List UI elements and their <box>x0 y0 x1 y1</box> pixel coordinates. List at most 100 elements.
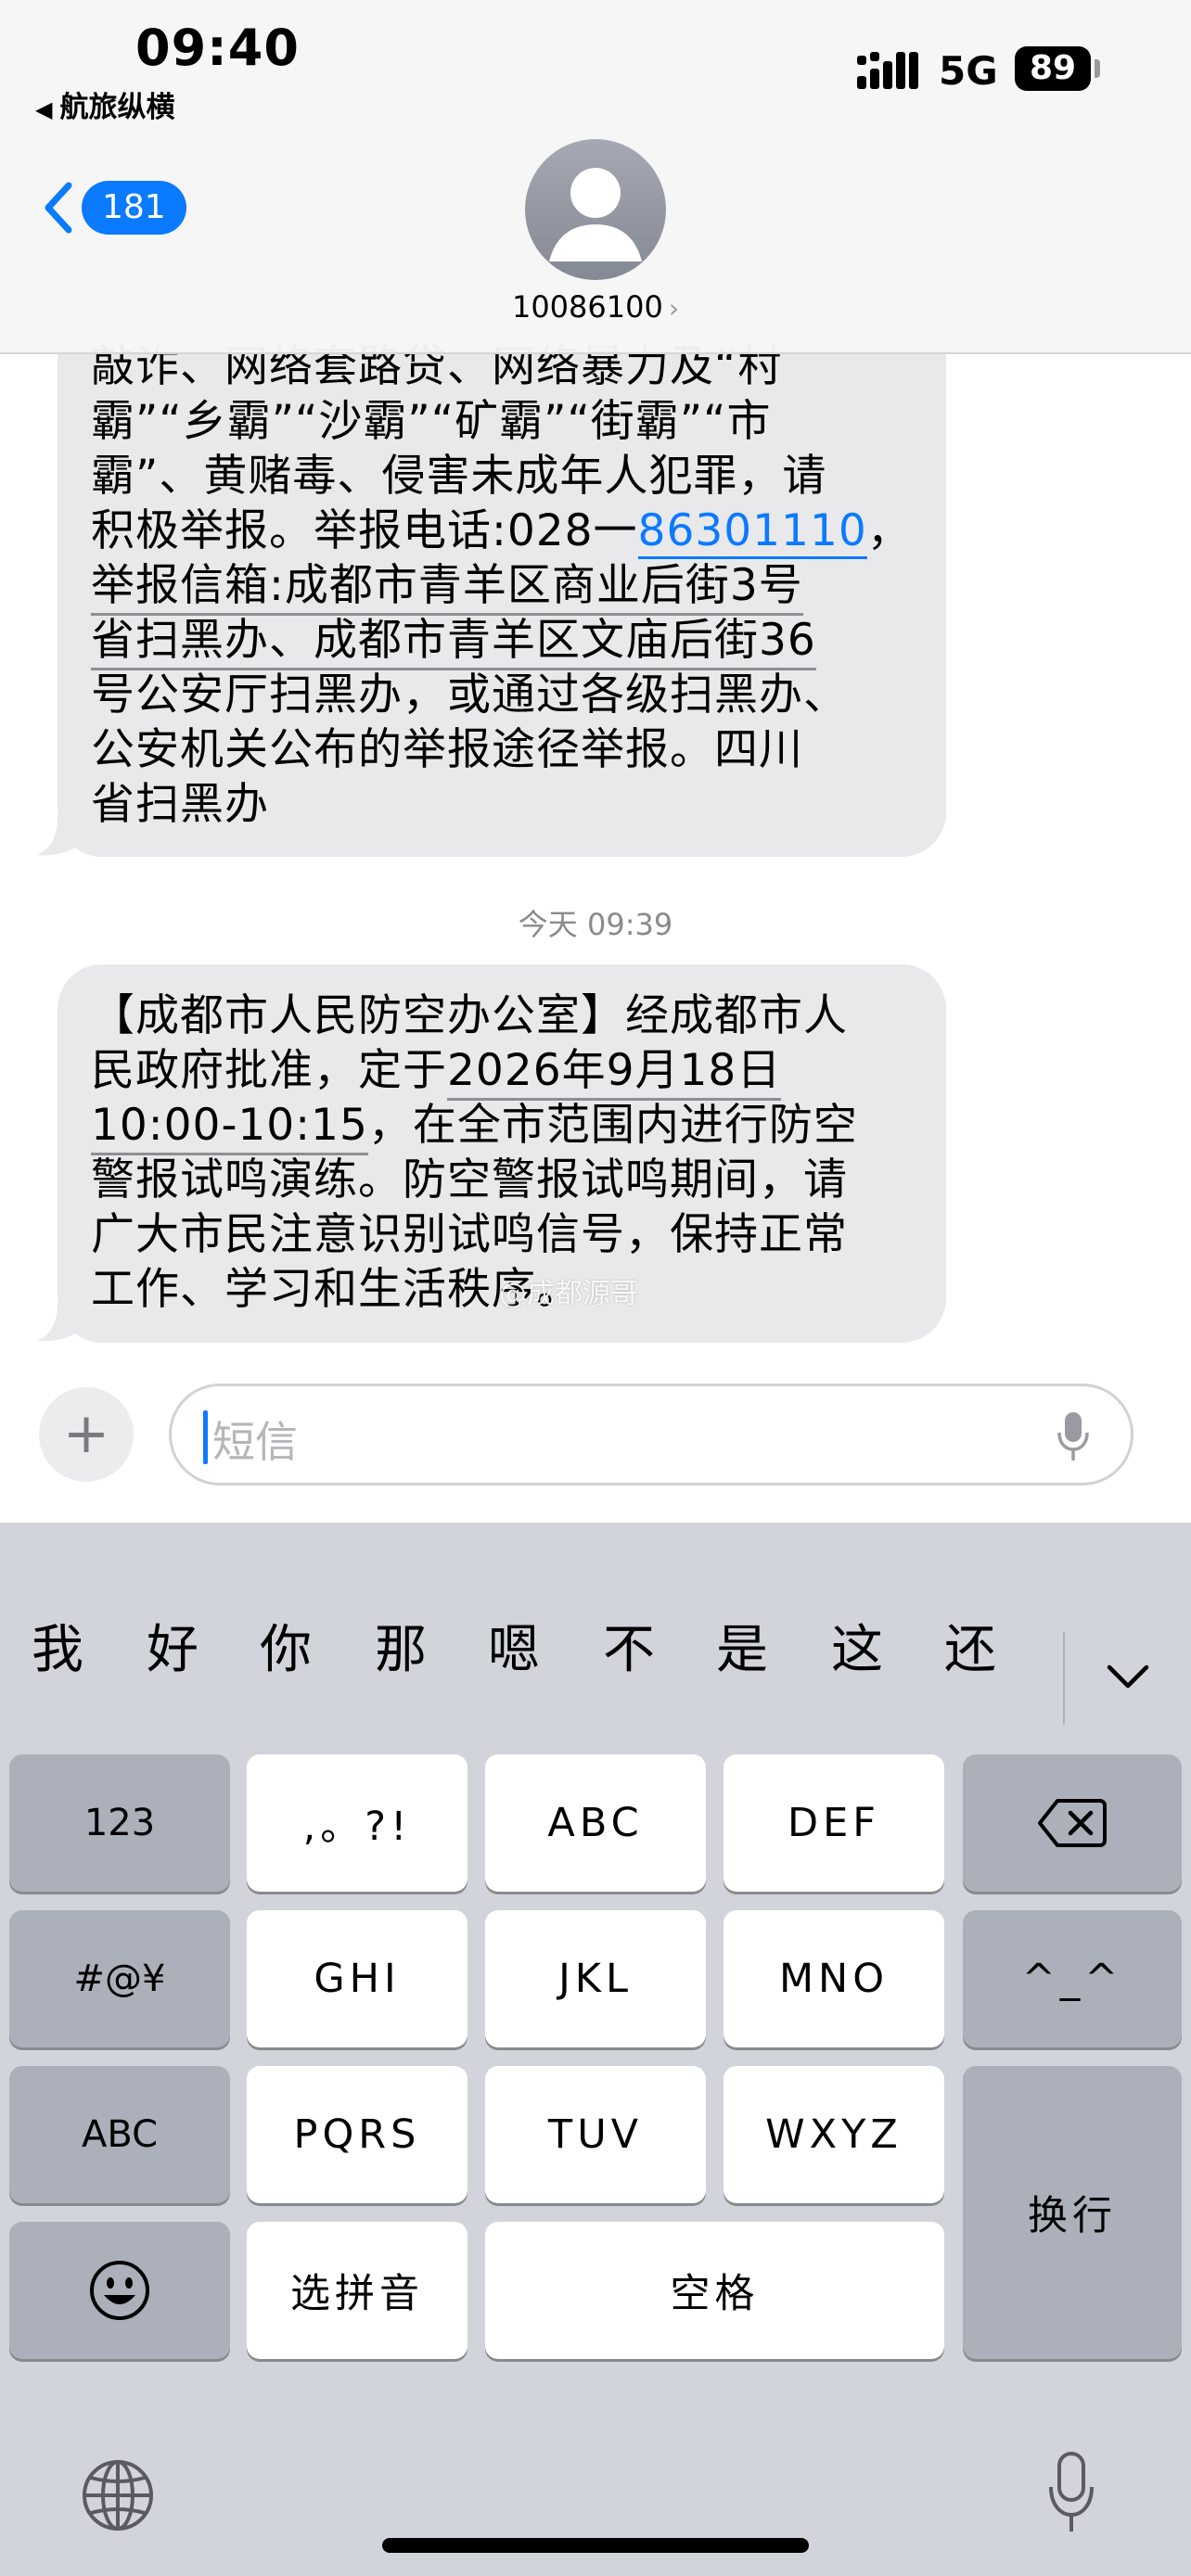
candidate-word[interactable]: 还 <box>944 1608 996 1683</box>
candidate-divider <box>1063 1632 1065 1725</box>
candidate-word[interactable]: 不 <box>603 1608 655 1683</box>
key-abc-mode[interactable]: ABC <box>9 2066 230 2203</box>
message-line: 霸”、黄赌毒、侵害未成年人犯罪，请 <box>91 451 827 502</box>
bubble-tail <box>37 816 93 856</box>
candidate-bar: 我 好 你 那 嗯 不 是 这 还 <box>0 1608 1191 1701</box>
key-abc[interactable]: ABC <box>485 1754 706 1892</box>
key-label: 空格 <box>670 2271 760 2317</box>
message-line: 霸”“乡霸”“沙霸”“矿霸”“街霸”“市 <box>91 396 772 447</box>
delete-key[interactable] <box>963 1754 1182 1892</box>
key-select-pinyin[interactable]: 选拼音 <box>247 2222 467 2359</box>
candidate-word[interactable]: 好 <box>147 1608 198 1683</box>
key-wxyz[interactable]: WXYZ <box>724 2066 944 2203</box>
back-app-label: 航旅纵横 <box>59 91 175 124</box>
key-symbols[interactable]: #@¥ <box>9 1910 230 2047</box>
key-jkl[interactable]: JKL <box>485 1910 706 2047</box>
key-123[interactable]: 123 <box>9 1754 230 1892</box>
key-label: TUV <box>547 2111 644 2158</box>
address-link[interactable]: 举报信箱:成都市青羊区商业后街3号 <box>91 560 803 616</box>
message-line: 广大市民注意识别试鸣信号，保持正常 <box>91 1209 848 1260</box>
chevron-right-icon: › <box>668 293 680 324</box>
key-label: ^_^ <box>1021 1956 1123 2002</box>
globe-icon[interactable] <box>80 2457 156 2533</box>
message-line: 省扫黑办 <box>91 779 269 830</box>
message-input-bar: + 短信 <box>0 1363 1191 1523</box>
key-label: DEF <box>787 1800 880 1846</box>
candidate-word[interactable]: 是 <box>716 1608 768 1683</box>
battery-tip <box>1095 59 1100 78</box>
input-placeholder: 短信 <box>212 1417 298 1467</box>
contact-name-button[interactable]: 10086100 › <box>0 289 1191 325</box>
keyboard: 我 好 你 那 嗯 不 是 这 还 123 ,。?! ABC DEF #@¥ G… <box>0 1523 1191 2576</box>
microphone-icon[interactable] <box>1046 2450 1096 2535</box>
key-pqrs[interactable]: PQRS <box>247 2066 467 2203</box>
add-attachment-button[interactable]: + <box>39 1387 134 1482</box>
delete-icon <box>1038 1799 1107 1847</box>
back-button[interactable]: 181 <box>41 180 186 236</box>
message-text: ， <box>866 505 912 556</box>
message-line: 号公安厅扫黑办，或通过各级扫黑办、 <box>91 670 848 721</box>
message-input[interactable]: 短信 <box>169 1384 1133 1486</box>
key-label: ABC <box>81 2113 159 2156</box>
key-label: 选拼音 <box>290 2271 424 2317</box>
message-timestamp: 今天 09:39 <box>518 907 673 942</box>
key-punctuation[interactable]: ,。?! <box>247 1754 467 1892</box>
key-label: ,。?! <box>302 1804 412 1850</box>
message-text: ，在全市范围内进行防空 <box>367 1100 858 1151</box>
status-time: 09:40 <box>135 19 300 77</box>
key-label: JKL <box>558 1956 633 2002</box>
message-bubble-previous[interactable]: 敲诈、网络套路贷、网络暴力及“村 霸”“乡霸”“沙霸”“矿霸”“街霸”“市 霸”… <box>37 306 946 857</box>
key-label: MNO <box>778 1956 890 2002</box>
message-text: 民政府批准，定于 <box>91 1045 447 1096</box>
candidate-word[interactable]: 你 <box>260 1608 312 1683</box>
address-link[interactable]: 省扫黑办、成都市青羊区文庙后街36 <box>91 615 816 670</box>
date-link[interactable]: 2026年9月18日 <box>447 1045 782 1101</box>
bubble-tail <box>37 1302 93 1342</box>
back-triangle-icon: ◀ <box>35 96 53 122</box>
message-line: 省扫黑办、成都市青羊区文庙后街36 <box>91 613 909 670</box>
message-line: 10:00-10:15，在全市范围内进行防空 <box>91 1098 909 1155</box>
conversation-header: 09:40 ◀ 航旅纵横 5G 89 181 10086100 › <box>0 0 1191 354</box>
key-label: GHI <box>314 1956 401 2002</box>
key-mno[interactable]: MNO <box>724 1910 944 2047</box>
message-line: 民政府批准，定于2026年9月18日 <box>91 1043 909 1101</box>
phone-link[interactable]: 86301110 <box>637 505 867 559</box>
network-type: 5G <box>939 48 998 94</box>
key-label: WXYZ <box>765 2111 903 2158</box>
key-label: PQRS <box>293 2111 421 2158</box>
message-line: 警报试鸣演练。防空警报试鸣期间，请 <box>91 1154 848 1205</box>
contact-name: 10086100 <box>511 289 663 325</box>
key-ghi[interactable]: GHI <box>247 1910 467 2047</box>
emoji-icon <box>90 2261 149 2320</box>
key-def[interactable]: DEF <box>724 1754 944 1892</box>
candidate-word[interactable]: 嗯 <box>488 1608 540 1683</box>
dictation-icon[interactable] <box>1055 1409 1092 1464</box>
text-cursor <box>203 1410 208 1464</box>
battery-level: 89 <box>1015 46 1091 91</box>
message-text: 积极举报。举报电话:028一 <box>91 505 638 556</box>
message-line: 公安机关公布的举报途径举报。四川 <box>91 724 803 775</box>
key-label: 换行 <box>1028 2193 1117 2239</box>
candidate-word[interactable]: 我 <box>32 1608 83 1683</box>
candidate-word[interactable]: 那 <box>375 1608 427 1683</box>
key-label: #@¥ <box>73 1958 166 2000</box>
person-icon <box>549 168 642 261</box>
chevron-left-icon <box>45 182 72 234</box>
time-link[interactable]: 10:00-10:15 <box>91 1100 368 1155</box>
home-indicator[interactable] <box>382 2538 809 2553</box>
return-key[interactable]: 换行 <box>963 2066 1182 2359</box>
key-label: ABC <box>547 1800 644 1846</box>
key-tuv[interactable]: TUV <box>485 2066 706 2203</box>
watermark: @成都源哥 <box>499 1278 638 1310</box>
key-emoticon[interactable]: ^_^ <box>963 1910 1182 2047</box>
space-key[interactable]: 空格 <box>485 2222 944 2359</box>
emoji-key[interactable] <box>9 2222 230 2359</box>
back-to-app-link[interactable]: ◀ 航旅纵横 <box>35 83 174 125</box>
cellular-signal-icon <box>857 52 918 89</box>
unread-count-badge: 181 <box>82 181 186 235</box>
message-line: 【成都市人民防空办公室】经成都市人 <box>91 990 848 1041</box>
message-line: 举报信箱:成都市青羊区商业后街3号 <box>91 558 909 616</box>
contact-avatar[interactable] <box>525 139 666 280</box>
chevron-down-icon[interactable] <box>1106 1662 1150 1691</box>
candidate-word[interactable]: 这 <box>831 1608 883 1683</box>
